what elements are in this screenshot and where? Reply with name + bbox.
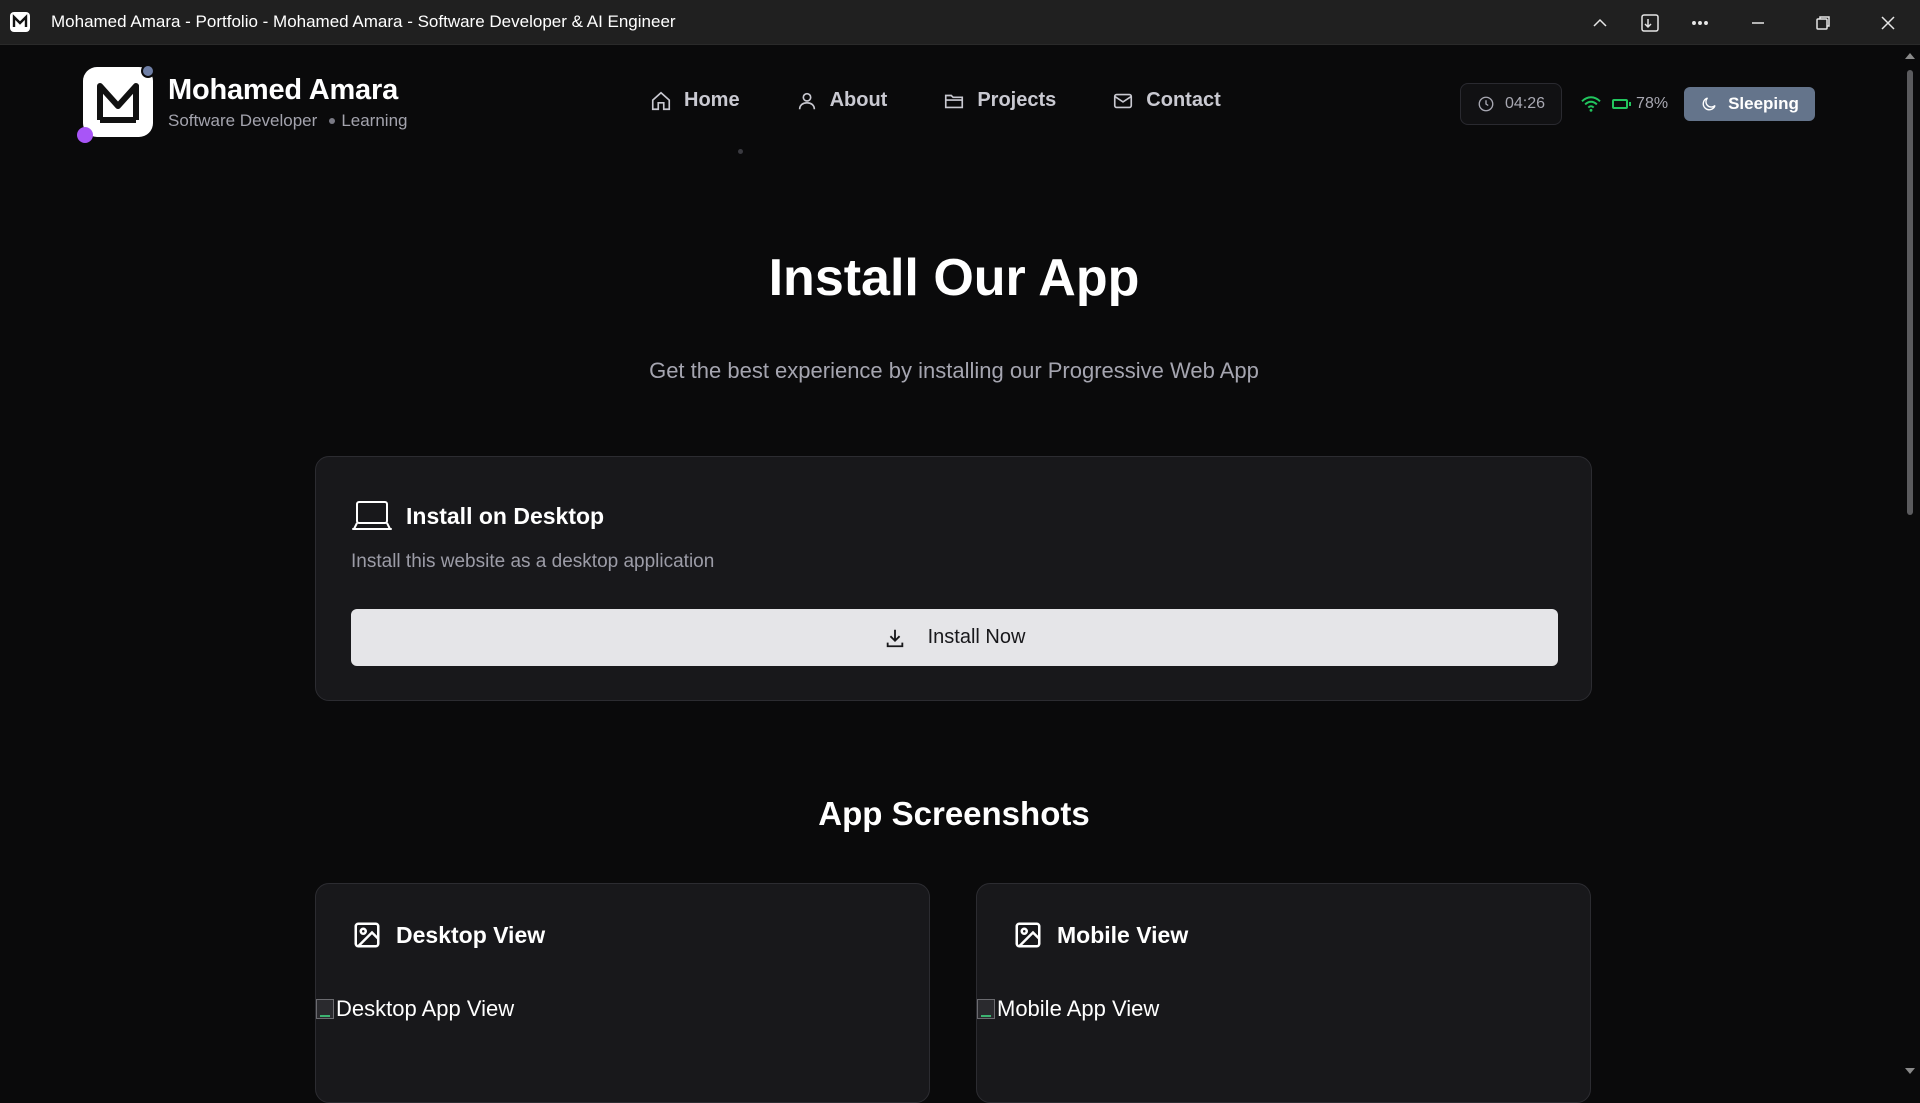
mail-icon [1114,93,1133,108]
clock-time: 04:26 [1505,95,1546,112]
main-nav: Home About Projects Contact [650,89,1277,112]
install-now-button[interactable]: Install Now [351,609,1558,666]
mobile-view-title: Mobile View [1057,921,1189,948]
install-now-label: Install Now [927,626,1026,648]
page-subtitle: Get the best experience by installing ou… [649,358,1259,383]
brand-role: Software Developer [168,110,318,130]
user-icon [798,92,815,109]
window-title: Mohamed Amara - Portfolio - Mohamed Amar… [51,12,676,31]
clock-widget[interactable]: 04:26 [1460,83,1563,125]
broken-image-icon [316,999,334,1019]
laptop-icon [352,501,392,530]
nav-about-label: About [829,89,888,111]
home-icon [651,91,671,110]
battery-level: 78% [1636,95,1669,112]
m-logo-icon [9,11,31,33]
site-header: Mohamed Amara Software Developer Learnin… [0,45,1900,160]
brand-subtitle: Software Developer Learning [168,111,407,131]
screenshots-section-title: App Screenshots [818,795,1090,832]
more-icon[interactable] [1675,0,1725,45]
close-icon[interactable] [1855,0,1920,45]
scroll-up-arrow-icon[interactable] [1905,53,1915,59]
m-logo-icon [97,83,139,123]
status-dot [329,117,336,124]
image-icon [1015,922,1041,948]
broken-image-icon [977,999,995,1019]
sleep-status-button[interactable]: Sleeping [1684,87,1815,121]
install-card-description: Install this website as a desktop applic… [351,551,715,572]
nav-projects[interactable]: Projects [943,89,1056,112]
mobile-view-card: Mobile View Mobile App View [976,883,1591,1103]
image-icon [354,922,380,948]
mobile-screenshot-image: Mobile App View [977,996,1159,1022]
nav-contact[interactable]: Contact [1112,89,1221,112]
desktop-view-title: Desktop View [396,921,546,948]
nav-projects-label: Projects [977,89,1057,111]
install-card-title: Install on Desktop [406,502,605,529]
logo-status-dot [141,64,155,78]
nav-contact-label: Contact [1146,89,1221,111]
clock-icon [1478,96,1494,112]
logo-accent-dot [77,127,93,143]
battery-indicator: 78% [1612,95,1668,113]
nav-active-indicator [738,149,743,154]
brand-logo[interactable] [77,64,155,143]
folder-icon [945,94,964,108]
chevron-up-icon[interactable] [1575,0,1625,45]
brand-status: Learning [341,110,408,130]
page-scrollbar[interactable] [1900,45,1920,1080]
status-area: 04:26 78% Sleeping [1460,83,1815,125]
wifi-icon [1580,95,1602,113]
desktop-screenshot-alt: Desktop App View [336,996,515,1021]
page-title: Install Our App [768,249,1140,307]
brand[interactable]: Mohamed Amara Software Developer Learnin… [77,64,407,143]
desktop-view-card: Desktop View Desktop App View [315,883,930,1103]
download-icon [886,629,903,647]
sleep-status-label: Sleeping [1728,94,1799,113]
mobile-screenshot-alt: Mobile App View [997,996,1160,1021]
nav-about[interactable]: About [796,89,888,112]
nav-home-label: Home [684,89,740,111]
minimize-icon[interactable] [1725,0,1790,45]
install-card: Install on Desktop Install this website … [315,456,1592,701]
battery-icon [1612,99,1632,109]
desktop-screenshot-image: Desktop App View [316,996,514,1022]
install-app-icon[interactable] [1625,0,1675,45]
brand-name: Mohamed Amara [168,73,398,106]
moon-icon [1702,97,1716,111]
window-titlebar: Mohamed Amara - Portfolio - Mohamed Amar… [0,0,1920,45]
scroll-down-arrow-icon[interactable] [1905,1068,1915,1074]
restore-icon[interactable] [1790,0,1855,45]
nav-home[interactable]: Home [650,89,740,112]
